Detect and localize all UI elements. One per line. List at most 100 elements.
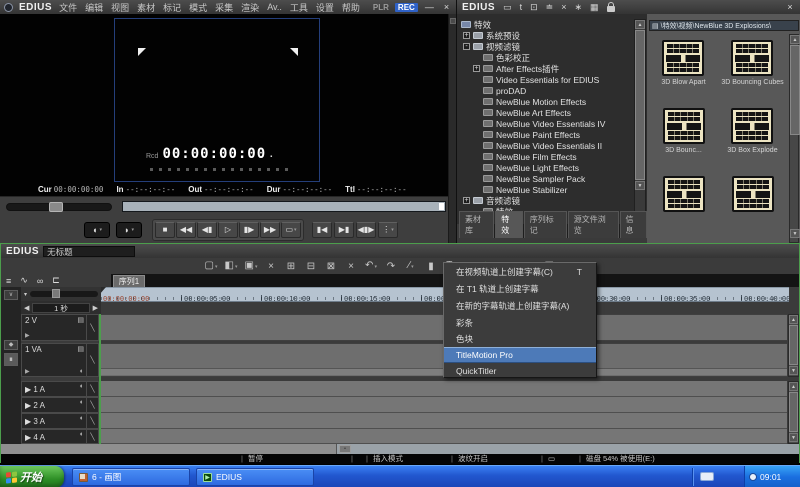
scroll-up-icon[interactable]: ▲ (789, 315, 798, 324)
zoom-slider-handle[interactable] (52, 289, 60, 298)
plr-mode-button[interactable]: PLR (373, 3, 389, 12)
jog-shuttle-right-button[interactable]: ◗▾ (116, 222, 142, 238)
play-button[interactable]: ▷ (218, 222, 238, 238)
menu-item-quicktitler[interactable]: QuickTitler (444, 363, 596, 379)
tray-app-icon[interactable] (700, 472, 714, 481)
link-bin-icon[interactable]: ⊡ (530, 2, 538, 13)
thumbnail-scrollbar[interactable]: ▲ ▼ (789, 34, 799, 243)
tree-item-nb-motion[interactable]: NewBlue Motion Effects (457, 96, 647, 107)
scroll-down-icon[interactable]: ▼ (789, 366, 798, 375)
scroll-down-icon[interactable]: ▼ (635, 181, 645, 190)
properties-icon[interactable]: ∗ (574, 2, 582, 13)
more-tools-button[interactable]: ⋮▾ (378, 222, 398, 238)
tree-item-video-filters[interactable]: -视频滤镜 (457, 41, 647, 52)
menu-render[interactable]: 渲染 (240, 1, 260, 14)
tab-source-browser[interactable]: 源文件浏览 (568, 211, 619, 238)
track-curve-icon[interactable]: ╲ (86, 414, 98, 428)
save-project-button[interactable]: ▣▾ (241, 258, 261, 275)
tree-item-nb-light[interactable]: NewBlue Light Effects (457, 162, 647, 173)
track-eye-icon[interactable]: ◐ (80, 383, 84, 390)
track-header-3a[interactable]: ▶ 3 A◐ ╲ (21, 413, 99, 429)
clip-view-icon[interactable]: ▭ (503, 2, 512, 13)
track-expand-icon[interactable]: ▶ (25, 332, 30, 339)
previous-frame-button[interactable]: ◀▮ (197, 222, 217, 238)
next-frame-button[interactable]: ▮▶ (239, 222, 259, 238)
effect-item[interactable] (663, 170, 705, 238)
zoom-slider[interactable] (30, 291, 98, 297)
track-panel-icon[interactable]: ▤ (77, 316, 84, 324)
copy-button[interactable]: ⊞ (281, 259, 301, 274)
expander-icon[interactable]: + (463, 197, 470, 204)
timescale-right-icon[interactable]: ▶ (93, 304, 98, 312)
folder-path-bar[interactable]: ▤ \特效\视频\NewBlue 3D Explosions\ (649, 20, 799, 31)
view-grid-icon[interactable]: ▦ (590, 2, 599, 13)
open-project-button[interactable]: ◧▾ (221, 258, 241, 275)
scroll-up-icon[interactable]: ▲ (790, 35, 800, 44)
tree-item-nb-essentials4[interactable]: NewBlue Video Essentials IV (457, 118, 647, 129)
track-curve-icon[interactable]: ╲ (86, 398, 98, 412)
thumbnail-scrollbar-handle[interactable] (790, 45, 800, 135)
timescale-value[interactable]: 1 秒 (32, 303, 89, 313)
redo-button[interactable]: ↷ (381, 259, 401, 274)
rewind-button[interactable]: ◀◀ (176, 222, 196, 238)
divide-view-icon[interactable]: ≐ (546, 2, 554, 13)
tree-item-nb-film[interactable]: NewBlue Film Effects (457, 151, 647, 162)
tray-status-icon[interactable] (749, 473, 757, 481)
track-panel-icon[interactable]: ▤ (77, 345, 84, 353)
menu-settings[interactable]: 设置 (315, 1, 335, 14)
tree-item-nb-paint[interactable]: NewBlue Paint Effects (457, 129, 647, 140)
text-tool-icon[interactable]: t (520, 2, 523, 12)
menu-tools[interactable]: 工具 (289, 1, 309, 14)
position-bar[interactable] (122, 201, 446, 212)
effect-item[interactable]: 3D Blow Apart (661, 34, 705, 102)
track-header-2v[interactable]: 2 V▤▶ ╲ (21, 314, 99, 341)
snap-mode-icon[interactable]: ≡ (6, 276, 11, 286)
cut-button[interactable]: × (261, 259, 281, 274)
tree-item-video-essentials[interactable]: Video Essentials for EDIUS (457, 74, 647, 85)
video-scrollbar-handle[interactable] (789, 325, 798, 365)
tree-item-nb-sampler[interactable]: NewBlue Sampler Pack (457, 173, 647, 184)
menu-file[interactable]: 文件 (58, 1, 78, 14)
fast-forward-button[interactable]: ▶▶ (260, 222, 280, 238)
track-eye-icon[interactable]: ◐ (80, 368, 84, 375)
tab-effects[interactable]: 特效 (495, 211, 523, 238)
menu-edit[interactable]: 编辑 (84, 1, 104, 14)
menu-capture[interactable]: 采集 (214, 1, 234, 14)
track-curve-icon[interactable]: ╲ (86, 344, 98, 376)
waveform-mode-icon[interactable]: ∿ (20, 275, 28, 286)
menu-av[interactable]: Av.. (266, 2, 283, 12)
undo-button[interactable]: ↶▾ (361, 258, 381, 275)
taskbar-item-paint[interactable]: 6 - 画图 (72, 468, 190, 486)
expander-icon[interactable]: - (463, 43, 470, 50)
menu-item-color-bars[interactable]: 彩条 (444, 315, 596, 331)
menu-help[interactable]: 帮助 (341, 1, 361, 14)
video-track-scrollbar[interactable]: ▲ ▼ (788, 314, 799, 377)
tree-item-nb-essentials2[interactable]: NewBlue Video Essentials II (457, 140, 647, 151)
menu-item-titlemotion-pro[interactable]: TitleMotion Pro (444, 347, 596, 363)
tree-item-audio-filters[interactable]: +音频滤镜 (457, 195, 647, 206)
tree-item-color-correction[interactable]: 色彩校正 (457, 52, 647, 63)
track-expand-icon[interactable]: ▶ (25, 368, 30, 375)
scroll-down-icon[interactable]: ▼ (789, 433, 798, 442)
scroll-down-icon[interactable]: ▼ (790, 229, 800, 238)
window-splitter[interactable] (448, 14, 456, 243)
menu-clip[interactable]: 素材 (136, 1, 156, 14)
effect-item[interactable]: 3D Bouncing Cubes (721, 34, 783, 102)
rec-mode-button[interactable]: REC (395, 3, 418, 12)
horizontal-scrollbar[interactable]: • (1, 444, 799, 454)
set-in-button[interactable]: ▮◀ (312, 222, 332, 238)
effect-item[interactable] (732, 170, 774, 238)
track-eye-icon[interactable]: ◐ (80, 431, 84, 438)
track-header-2a[interactable]: ▶ 2 A◐ ╲ (21, 397, 99, 413)
lock-icon[interactable] (607, 6, 615, 12)
track-eye-icon[interactable]: ◐ (80, 399, 84, 406)
expander-icon[interactable]: + (463, 32, 470, 39)
sequence-tab[interactable]: 序列1 (113, 275, 145, 287)
track-header-1va[interactable]: 1 VA▤▶◐ ╲ (21, 343, 99, 377)
menu-item-create-title-new-track[interactable]: 在新的字幕轨道上创建字幕(A) (444, 298, 596, 315)
effect-item[interactable]: 3D Bounc... (663, 102, 705, 170)
jog-shuttle-left-button[interactable]: ◖▾ (84, 222, 110, 238)
marker-button[interactable]: ◆ (4, 340, 18, 350)
tree-item-effects-root[interactable]: 特效 (457, 19, 647, 30)
audio-scrollbar-handle[interactable] (789, 392, 798, 432)
